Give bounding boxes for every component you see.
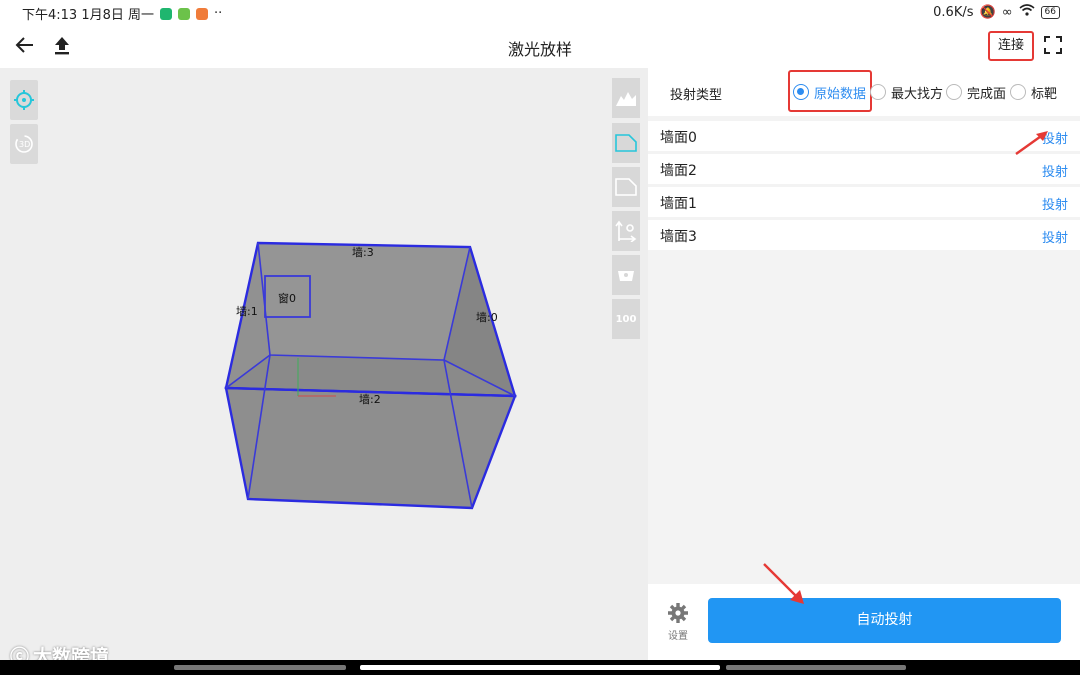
radio-label: 最大找方: [891, 86, 944, 102]
status-right: 0.6K/s 🔕 ∞ 66: [933, 4, 1060, 20]
radio-finished-surface[interactable]: 完成面: [946, 81, 1006, 103]
radio-circle: [870, 84, 886, 100]
radio-label: 完成面: [967, 86, 1007, 102]
room-box: [224, 241, 517, 510]
wall-label: 墙:2: [359, 393, 381, 406]
status-left: 下午4:13 1月8日 周一 ··: [22, 4, 222, 23]
gear-icon: [668, 603, 688, 623]
wall-list-item: 墙面2 投射: [648, 154, 1080, 184]
radio-circle: [946, 84, 962, 100]
fullscreen-icon[interactable]: [1044, 36, 1062, 54]
wall-list-item: 墙面3 投射: [648, 220, 1080, 250]
project-button[interactable]: 投射: [1042, 194, 1068, 213]
silent-icon: 🔕: [979, 4, 996, 20]
link-icon: ∞: [1001, 4, 1013, 20]
wall-name: 墙面1: [660, 196, 697, 212]
project-button[interactable]: 投射: [1042, 227, 1068, 246]
radio-circle: [1010, 84, 1026, 100]
nav-bar-segment: [726, 665, 906, 670]
radio-max-square[interactable]: 最大找方: [870, 81, 943, 103]
wall-label: 墙:1: [236, 305, 258, 318]
annotation-arrow-icon: [1015, 131, 1048, 155]
connect-button[interactable]: 连接: [988, 31, 1034, 61]
wall-name: 墙面3: [660, 229, 697, 245]
radio-label: 原始数据: [814, 86, 867, 102]
window-label: 窗0: [278, 292, 296, 305]
app-notification-icon: [178, 7, 190, 20]
panel-bottom-bar: 设置 自动投射: [648, 584, 1080, 660]
page-title: 激光放样: [507, 40, 572, 59]
wifi-icon: [1019, 4, 1035, 20]
wall-list-item: 墙面1 投射: [648, 187, 1080, 217]
app-notification-icon: [196, 7, 208, 20]
project-button[interactable]: 投射: [1042, 161, 1068, 180]
wall-name: 墙面2: [660, 163, 697, 179]
wall-name: 墙面0: [660, 130, 697, 146]
model-viewport[interactable]: 3D 100 墙:3 墙:1 窗0 墙:0 墙:2 ⓒ 大数跨境: [0, 68, 648, 668]
projection-type-label: 投射类型: [670, 88, 723, 103]
settings-label: 设置: [668, 631, 688, 642]
radio-raw-data[interactable]: 原始数据: [793, 81, 866, 103]
radio-target[interactable]: 标靶: [1010, 81, 1057, 103]
nav-bar-segment: [174, 665, 346, 670]
navigation-bar: [0, 660, 1080, 675]
network-speed: 0.6K/s: [933, 4, 974, 20]
status-time: 下午4:13 1月8日 周一: [22, 8, 154, 23]
radio-label: 标靶: [1031, 86, 1058, 102]
status-bar: 下午4:13 1月8日 周一 ·· 0.6K/s 🔕 ∞ 66: [0, 0, 1080, 24]
title-bar: 激光放样 连接: [0, 24, 1080, 68]
projection-type-row: 投射类型 原始数据 最大找方 完成面 标靶: [648, 68, 1080, 116]
settings-button[interactable]: 设置: [666, 602, 690, 642]
wall-label: 墙:0: [476, 311, 498, 324]
app-notification-icon: [160, 7, 172, 20]
battery-icon: 66: [1040, 5, 1060, 19]
radio-circle: [793, 84, 809, 100]
annotation-arrow-icon: [763, 563, 804, 604]
wall-label: 墙:3: [352, 246, 374, 259]
room-model: [224, 241, 517, 510]
home-indicator[interactable]: [360, 665, 720, 670]
more-notifications-icon: ··: [214, 6, 223, 21]
